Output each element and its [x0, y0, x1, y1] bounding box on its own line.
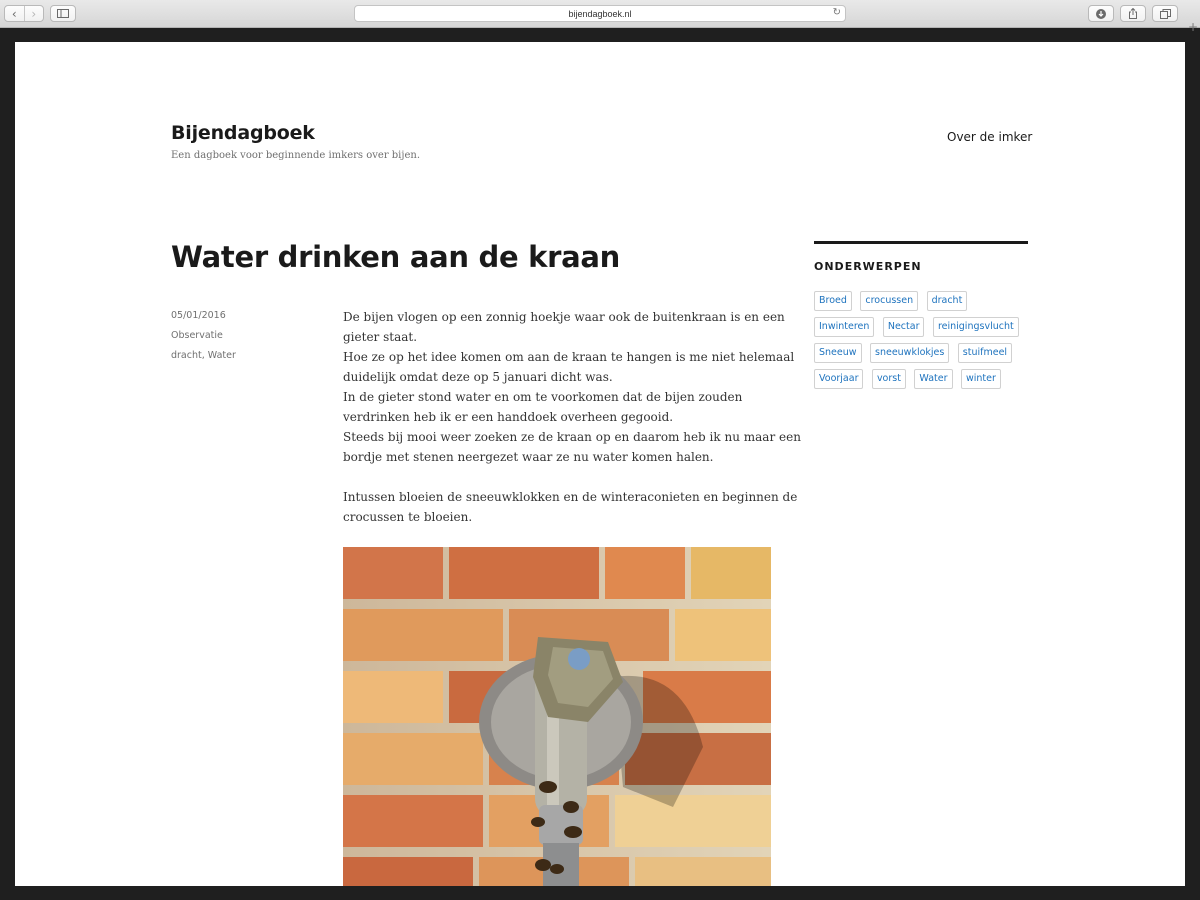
- tag-link[interactable]: vorst: [871, 369, 906, 389]
- post-date[interactable]: 05/01/2016: [171, 310, 226, 321]
- tag-link[interactable]: winter: [960, 369, 1001, 389]
- nav-item-over-de-imker[interactable]: Over de imker: [947, 130, 1032, 144]
- post-paragraph: De bijen vlogen op een zonnig hoekje waa…: [343, 307, 801, 467]
- post-content: De bijen vlogen op een zonnig hoekje waa…: [343, 307, 801, 527]
- tag-cloud: Broed crocussen dracht Inwinteren Nectar…: [814, 290, 1032, 394]
- web-page: Bijendagboek Een dagboek voor beginnende…: [15, 42, 1185, 886]
- reload-icon[interactable]: ↻: [833, 7, 841, 18]
- text-line: gieter staat.: [343, 330, 418, 344]
- tag-link[interactable]: dracht: [926, 291, 968, 311]
- post-title: Water drinken aan de kraan: [171, 240, 620, 274]
- tag-link[interactable]: Sneeuw: [814, 343, 862, 363]
- site-description: Een dagboek voor beginnende imkers over …: [171, 150, 421, 161]
- history-nav: ‹ ›: [4, 5, 44, 22]
- post-tags: dracht, Water: [171, 350, 236, 361]
- tabs-icon[interactable]: [1152, 5, 1178, 22]
- url-text: bijendagboek.nl: [568, 8, 632, 19]
- share-icon[interactable]: [1120, 5, 1146, 22]
- text-line: bordje met stenen neergezet waar ze nu w…: [343, 450, 714, 464]
- tag-link[interactable]: Water: [914, 369, 953, 389]
- download-icon[interactable]: [1088, 5, 1114, 22]
- plus-icon[interactable]: +: [1186, 20, 1200, 34]
- text-line: verdrinken heb ik er een handdoek overhe…: [343, 410, 674, 424]
- tag-link[interactable]: stuifmeel: [957, 343, 1013, 363]
- post-tag-link[interactable]: Water: [208, 350, 236, 361]
- text-line: Hoe ze op het idee komen om aan de kraan…: [343, 350, 795, 364]
- tag-link[interactable]: crocussen: [860, 291, 919, 311]
- tag-link[interactable]: Nectar: [882, 317, 925, 337]
- post-date-link[interactable]: 05/01/2016: [171, 310, 226, 321]
- text-line: Steeds bij mooi weer zoeken ze de kraan …: [343, 430, 801, 444]
- widget-divider: [814, 241, 1028, 244]
- text-line: Intussen bloeien de sneeuwklokken en de …: [343, 490, 798, 504]
- post-photo: [343, 547, 771, 886]
- text-line: In de gieter stond water en om te voorko…: [343, 390, 743, 404]
- tag-link[interactable]: Broed: [814, 291, 852, 311]
- post-category-link[interactable]: Observatie: [171, 330, 223, 341]
- tag-link[interactable]: Voorjaar: [814, 369, 864, 389]
- tag-link[interactable]: Inwinteren: [814, 317, 875, 337]
- sidebar-icon[interactable]: [50, 5, 76, 22]
- text-line: crocussen te bloeien.: [343, 510, 473, 524]
- tag-link[interactable]: reinigingsvlucht: [932, 317, 1019, 337]
- browser-toolbar: ‹ › bijendagboek.nl ↻ +: [0, 0, 1200, 34]
- address-bar[interactable]: bijendagboek.nl ↻: [354, 5, 846, 22]
- tag-link[interactable]: sneeuwklokjes: [870, 343, 950, 363]
- text-line: duidelijk omdat deze op 5 januari dicht …: [343, 370, 613, 384]
- text-line: De bijen vlogen op een zonnig hoekje waa…: [343, 310, 785, 324]
- post-paragraph: Intussen bloeien de sneeuwklokken en de …: [343, 487, 798, 527]
- widget-title: ONDERWERPEN: [814, 260, 922, 273]
- chevron-right-icon[interactable]: ›: [23, 6, 44, 21]
- post-tag-link[interactable]: dracht: [171, 350, 202, 361]
- post-category[interactable]: Observatie: [171, 330, 223, 341]
- site-title[interactable]: Bijendagboek: [171, 122, 315, 144]
- chevron-left-icon[interactable]: ‹: [5, 6, 24, 21]
